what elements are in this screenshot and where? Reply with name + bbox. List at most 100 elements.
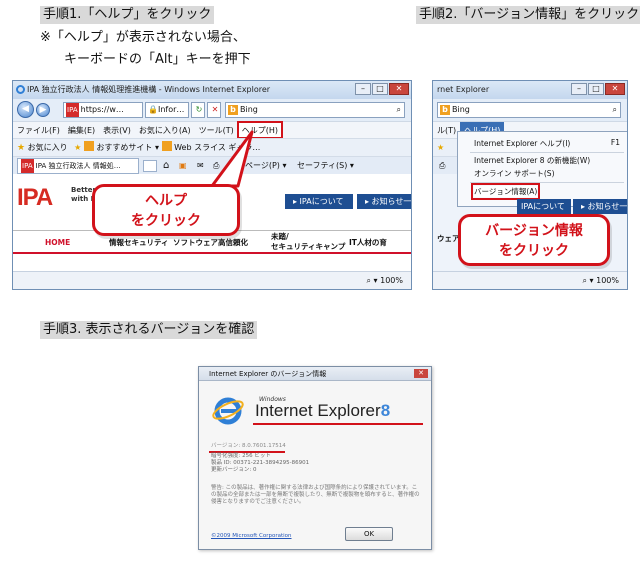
zoom-icon-2[interactable]: ⌕ ▾ — [583, 276, 594, 285]
minimize-button[interactable]: – — [355, 83, 371, 95]
search-input-2[interactable]: b Bing ⌕ — [437, 102, 621, 118]
search-provider-2: Bing — [452, 105, 470, 114]
zoom-icon[interactable]: ⌕ ▾ — [367, 276, 378, 285]
search-icon[interactable]: ⌕ — [397, 103, 401, 117]
search-input[interactable]: b Bing ⌕ — [225, 102, 405, 118]
home-icon[interactable]: ⌂ — [163, 157, 169, 175]
news-button-2[interactable]: ▸ お知らせ一 — [573, 199, 627, 214]
cmd-page[interactable]: ページ(P) ▾ — [245, 157, 286, 175]
copyright-warning: 警告: この製品は、著作権に関する法律および国際条約により保護されています。この… — [211, 485, 420, 505]
step1-note-line1: ※「ヘルプ」が表示されない場合、 — [40, 30, 246, 45]
nav-mitou-line2[interactable]: セキュリティキャンプ — [271, 242, 345, 251]
maximize-button-2[interactable]: □ — [588, 83, 604, 95]
menu-divider — [470, 152, 624, 153]
lock-icon: 🔒 — [148, 105, 158, 114]
suggested-sites[interactable]: おすすめサイト ▾ — [96, 143, 159, 152]
menu-tools[interactable]: ツール(T) — [195, 122, 238, 138]
nav-security[interactable]: 情報セキュリティ — [109, 238, 169, 247]
window-titlebar: IPA 独立行政法人 情報処理推進機構 - Windows Internet E… — [13, 81, 411, 99]
step1-note-line2: キーボードの「Alt」キーを押下 — [64, 52, 251, 67]
help-callout-line1: ヘルプ — [145, 193, 187, 209]
search-icon-2[interactable]: ⌕ — [613, 103, 617, 117]
ie-icon — [16, 85, 25, 94]
info-tab[interactable]: 🔒Infor… — [145, 102, 189, 118]
refresh-icon[interactable]: ↻ — [191, 102, 205, 118]
favorites-star-icon: ★ — [17, 143, 26, 153]
about-ipa-button[interactable]: ▸ IPAについて — [285, 194, 353, 209]
close-button[interactable]: ✕ — [389, 83, 409, 95]
update-version: 更新バージョン: 0 — [211, 467, 257, 473]
window-title: IPA 独立行政法人 情報処理推進機構 - Windows Internet E… — [27, 85, 271, 94]
menu-view[interactable]: 表示(V) — [99, 122, 135, 138]
menu-edit[interactable]: 編集(E) — [64, 122, 99, 138]
forward-icon[interactable]: ▶ — [36, 103, 50, 117]
zoom-level-2[interactable]: 100% — [596, 276, 619, 285]
step1-heading: 手順1.「ヘルプ」をクリック — [40, 6, 215, 24]
product-underline — [253, 423, 423, 425]
address-bar-2: b Bing ⌕ — [433, 99, 627, 121]
menu-file[interactable]: ファイル(F) — [13, 122, 64, 138]
tab-label: IPA 独立行政法人 情報処… — [35, 162, 121, 170]
status-bar-2: ⌕ ▾ 100% — [433, 271, 627, 289]
zoom-level[interactable]: 100% — [380, 276, 403, 285]
version-text: バージョン: 8.0.7601.17514 — [211, 443, 286, 449]
status-bar: ⌕ ▾ 100% — [13, 271, 411, 289]
url-text: https://w… — [80, 105, 124, 114]
nav-hr[interactable]: IT人材の育 — [349, 238, 387, 247]
feeds-icon[interactable]: ▣ — [179, 157, 187, 175]
menu-item-whats-new[interactable]: Internet Explorer 8 の新機能(W) — [474, 155, 590, 166]
about-dialog: Internet Explorer のバージョン情報 ✕ Windows Int… — [198, 366, 432, 550]
cipher-strength: 暗号化強度: 256 ビット — [211, 453, 271, 459]
new-tab-icon[interactable] — [143, 160, 157, 172]
news-button[interactable]: ▸ お知らせ一 — [357, 194, 411, 209]
about-ipa-button-2[interactable]: IPAについて — [517, 199, 571, 214]
nav-mitou-line1[interactable]: 未踏/ — [271, 232, 289, 241]
menu-bar: ファイル(F) 編集(E) 表示(V) お気に入り(A) ツール(T) ヘルプ(… — [13, 121, 411, 139]
about-dialog-titlebar: Internet Explorer のバージョン情報 ✕ — [199, 367, 431, 381]
tab-strip: IPA IPA 独立行政法人 情報処… ⌂ ▣ ✉ ⎙ ページ(P) ▾ セーフテ… — [13, 156, 411, 174]
product-name-text: Internet Explorer — [255, 401, 381, 420]
menu-item-about[interactable]: バージョン情報(A) — [470, 183, 541, 200]
menu-item-ie-help[interactable]: Internet Explorer ヘルプ(I) — [474, 138, 570, 149]
menu-item-online-support[interactable]: オンライン サポート(S) — [474, 168, 555, 179]
url-field[interactable]: IPA https://w… — [63, 102, 143, 118]
help-callout-line2: をクリック — [131, 213, 201, 229]
menu-divider-2 — [470, 182, 624, 183]
menu-favorites[interactable]: お気に入り(A) — [135, 122, 195, 138]
address-bar: ◀ ▶ IPA https://w… 🔒Infor… ↻ ✕ b Bing ⌕ — [13, 99, 411, 121]
ok-button[interactable]: OK — [345, 527, 393, 541]
product-version-mark: 8 — [380, 401, 391, 420]
favorites-label[interactable]: お気に入り — [28, 143, 68, 152]
minimize-button-2[interactable]: – — [571, 83, 587, 95]
web-slice-gallery[interactable]: Web スライス ギャラ… — [174, 143, 260, 152]
bing-icon-2: b — [440, 105, 450, 115]
product-id: 製品 ID: 00371-221-3894295-86901 — [211, 460, 310, 466]
bing-icon: b — [228, 105, 238, 115]
nav-home[interactable]: HOME — [45, 238, 70, 247]
copyright-link[interactable]: ©2009 Microsoft Corporation — [211, 533, 292, 539]
back-icon[interactable]: ◀ — [17, 101, 34, 118]
ie-logo-icon — [212, 397, 244, 425]
favorites-add-icon[interactable]: ★ — [74, 143, 81, 152]
print-icon-2[interactable]: ⎙ — [439, 157, 445, 175]
close-button-2[interactable]: ✕ — [605, 83, 625, 95]
product-name: Internet Explorer8 — [255, 401, 390, 421]
tab-ipa[interactable]: IPA IPA 独立行政法人 情報処… — [17, 158, 139, 174]
help-callout: ヘルプ をクリック — [92, 184, 240, 236]
ipa-logo[interactable]: IPA — [17, 184, 53, 212]
about-close-button[interactable]: ✕ — [414, 369, 428, 378]
print-icon[interactable]: ⎙ — [213, 157, 219, 175]
window2-title: rnet Explorer — [437, 85, 490, 94]
search-provider: Bing — [240, 105, 258, 114]
favorites-star-icon-2: ★ — [437, 143, 445, 152]
stop-icon[interactable]: ✕ — [207, 102, 221, 118]
help-dropdown-menu: Internet Explorer ヘルプ(I) F1 Internet Exp… — [457, 131, 627, 207]
mail-icon[interactable]: ✉ — [197, 157, 204, 175]
version-callout: バージョン情報 をクリック — [458, 214, 610, 266]
about-dialog-title: Internet Explorer のバージョン情報 — [209, 370, 327, 378]
nav-software[interactable]: ソフトウェア高信頼化 — [173, 238, 248, 247]
menu-help[interactable]: ヘルプ(H) — [236, 121, 283, 139]
cmd-safety[interactable]: セーフティ(S) ▾ — [297, 157, 354, 175]
step2-heading: 手順2.「バージョン情報」をクリック — [416, 6, 640, 24]
maximize-button[interactable]: □ — [372, 83, 388, 95]
